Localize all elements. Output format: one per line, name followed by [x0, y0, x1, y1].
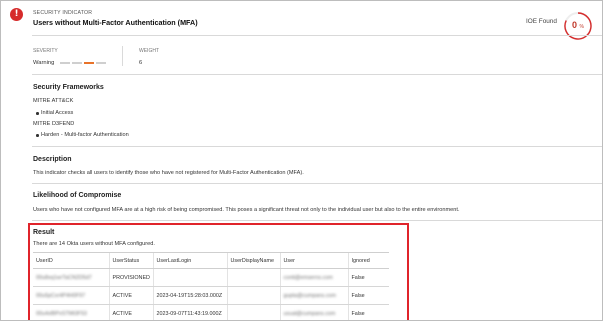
result-table: UserID UserStatus UserLastLogin UserDisp… [33, 252, 389, 320]
cell-userlastlogin: 2023-04-19T15:28:03.000Z [152, 286, 227, 305]
security-indicator-panel: ! SECURITY INDICATOR Users without Multi… [0, 0, 603, 321]
cell-ignored: False [347, 286, 389, 305]
cell-userdisplayname [226, 286, 280, 305]
likelihood-heading: Likelihood of Compromise [33, 192, 122, 199]
column-header-userlastlogin[interactable]: UserLastLogin [152, 252, 227, 269]
severity-bar-low [60, 62, 70, 64]
column-header-ignored[interactable]: Ignored [347, 252, 389, 269]
cell-userid: 00u8xq1wrTaCN2D5d7 [33, 268, 109, 287]
redacted-user: gupta@cumpans.com [283, 292, 337, 299]
column-header-userdisplayname[interactable]: UserDisplayName [226, 252, 280, 269]
severity-bar-medium [72, 62, 82, 64]
redacted-userid: 00u8xq1wrTaCN2D5d7 [36, 274, 92, 281]
cell-ignored: False [347, 304, 389, 320]
cell-userlastlogin [152, 268, 227, 287]
result-summary: There are 14 Okta users without MFA conf… [33, 241, 155, 247]
exclamation-icon: ! [10, 8, 23, 21]
cell-userstatus: ACTIVE [108, 304, 153, 320]
mitre-defend-item: Harden - Multi-factor Authentication [36, 132, 129, 138]
cell-userlastlogin: 2023-09-07T11:43:19.000Z [152, 304, 227, 320]
likelihood-text: Users who have not configured MFA are at… [33, 207, 460, 213]
table-row[interactable]: 00u8xq1wrTaCN2D5d7 PROVISIONED conti@ems… [33, 268, 389, 287]
cell-user: usual@cumpans.com [279, 304, 348, 320]
page-title: Users without Multi-Factor Authenticatio… [33, 18, 198, 27]
redacted-userid: 00u5pCxr4P4H0F97 [36, 292, 86, 299]
frameworks-heading: Security Frameworks [33, 84, 104, 91]
column-header-userid[interactable]: UserID [33, 252, 109, 269]
redacted-user: usual@cumpans.com [283, 310, 336, 317]
header-divider [32, 35, 602, 36]
severity-bar-critical [96, 62, 106, 64]
meta-divider-line [32, 74, 602, 75]
cell-user: gupta@cumpans.com [279, 286, 348, 305]
indicator-eyebrow: SECURITY INDICATOR [33, 10, 93, 16]
result-heading: Result [33, 229, 55, 236]
frameworks-divider [32, 146, 602, 147]
weight-value: 6 [139, 60, 143, 66]
description-heading: Description [33, 156, 72, 163]
table-header-row: UserID UserStatus UserLastLogin UserDisp… [33, 252, 389, 269]
severity-label: SEVERITY [33, 48, 58, 54]
mitre-attack-label: MITRE ATT&CK [33, 98, 74, 104]
likelihood-divider [32, 220, 602, 221]
cell-userid: 00u4xlBPxSTMt3F53 [33, 304, 109, 320]
cell-userstatus: ACTIVE [108, 286, 153, 305]
severity-bar-warning [84, 62, 94, 64]
severity-value: Warning [33, 60, 55, 66]
column-header-userstatus[interactable]: UserStatus [108, 252, 153, 269]
cell-userid: 00u5pCxr4P4H0F97 [33, 286, 109, 305]
cell-user: conti@emserns.com [279, 268, 348, 287]
score-value: 0 % [572, 20, 584, 30]
description-text: This indicator checks all users to ident… [33, 170, 304, 176]
ioe-found-label: IOE Found [526, 18, 557, 25]
mitre-defend-label: MITRE D3FEND [33, 121, 75, 127]
weight-label: WEIGHT [139, 48, 159, 54]
cell-userstatus: PROVISIONED [108, 268, 153, 287]
cell-userdisplayname [226, 268, 280, 287]
mitre-attack-item: Initial Access [35, 110, 74, 116]
cell-ignored: False [347, 268, 389, 287]
description-divider [32, 183, 602, 184]
meta-divider [122, 46, 123, 66]
table-row[interactable]: 00u5pCxr4P4H0F97 ACTIVE 2023-04-19T15:28… [33, 286, 389, 305]
column-header-user[interactable]: User [279, 252, 348, 269]
redacted-user: conti@emserns.com [283, 274, 333, 281]
table-row[interactable]: 00u4xlBPxSTMt3F53 ACTIVE 2023-09-07T11:4… [33, 304, 389, 320]
cell-userdisplayname [226, 304, 280, 320]
redacted-userid: 00u4xlBPxSTMt3F53 [36, 310, 87, 317]
